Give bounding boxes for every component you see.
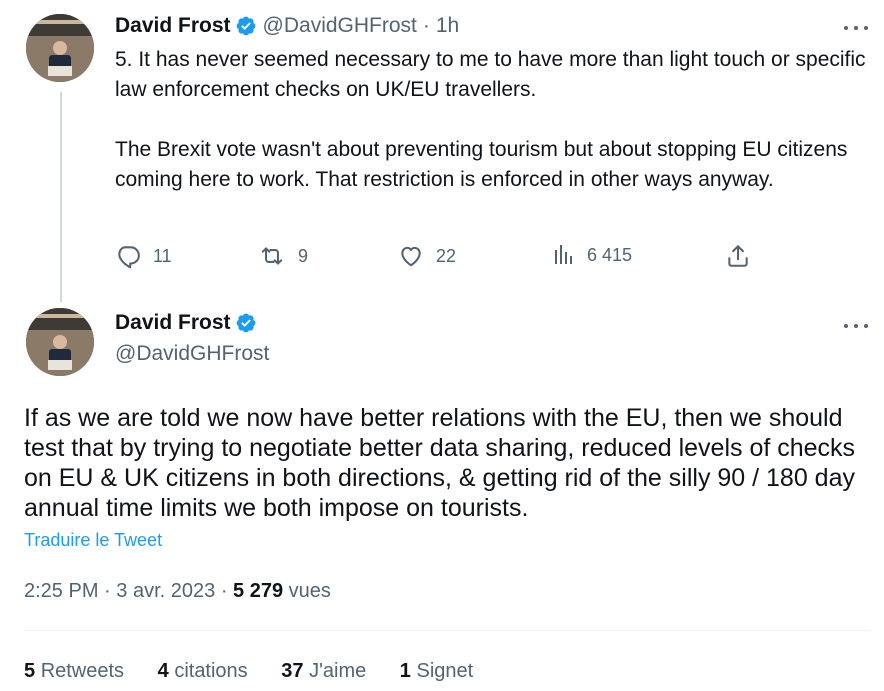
avatar[interactable] (26, 14, 94, 82)
avatar-photo (26, 14, 94, 82)
reply-count: 11 (153, 245, 172, 266)
reply-button[interactable]: 11 (115, 243, 172, 269)
verified-badge-icon (235, 312, 257, 334)
tweet-text: 5. It has never seemed necessary to me t… (115, 45, 875, 195)
divider (24, 630, 870, 631)
handle[interactable]: @DavidGHFrost (115, 342, 269, 366)
quotes-label: citations (174, 660, 248, 682)
separator-dot: · (220, 580, 228, 602)
retweet-count: 9 (298, 245, 309, 266)
views-icon (555, 245, 572, 264)
likes-label: J'aime (309, 660, 367, 682)
bookmarks-count: 1 (399, 660, 411, 682)
views-label: vues (288, 580, 331, 602)
reply-icon (118, 246, 140, 269)
tweet-text: If as we are told we now have better rel… (24, 404, 856, 522)
like-icon (401, 246, 421, 267)
display-name[interactable]: David Frost (115, 311, 231, 335)
likes-count: 37 (281, 660, 304, 682)
quotes-stat[interactable]: 4 citations (158, 660, 254, 682)
likes-stat[interactable]: 37 J'aime (281, 660, 372, 682)
avatar-photo (26, 308, 94, 376)
like-count: 22 (436, 245, 457, 266)
avatar[interactable] (26, 308, 94, 376)
retweets-stat[interactable]: 5 Retweets (24, 660, 130, 682)
tweet-time[interactable]: 1h (436, 14, 459, 38)
display-name[interactable]: David Frost (115, 14, 231, 38)
views-button[interactable]: 6 415 (551, 243, 632, 267)
tweet-meta: 2:25 PM · 3 avr. 2023 · 5 279 vues (24, 580, 331, 603)
handle[interactable]: @DavidGHFrost (263, 14, 417, 38)
retweet-button[interactable]: 9 (258, 243, 308, 269)
retweet-icon (261, 247, 283, 265)
share-icon (728, 245, 748, 267)
tweet-date[interactable]: 3 avr. 2023 (116, 580, 215, 602)
views-count: 5 279 (233, 580, 284, 602)
tweet-header: David Frost (115, 311, 257, 335)
tweet-paragraph: 5. It has never seemed necessary to me t… (115, 48, 866, 101)
share-button[interactable] (725, 243, 751, 269)
like-button[interactable]: 22 (398, 243, 456, 269)
bookmarks-label: Signet (416, 660, 474, 682)
thread-connector-line (60, 92, 62, 302)
tweet-actions: 11 9 22 6 415 (115, 243, 755, 275)
quotes-count: 4 (157, 660, 169, 682)
tweet-stats: 5 Retweets 4 citations 37 J'aime 1 Signe… (24, 660, 501, 683)
translate-tweet-link[interactable]: Traduire le Tweet (24, 530, 162, 551)
verified-badge-icon (235, 15, 257, 37)
separator-dot: · (422, 14, 430, 37)
bookmarks-stat[interactable]: 1 Signet (400, 660, 473, 682)
tweet-header: David Frost @DavidGHFrost · 1h (115, 14, 459, 38)
views-count: 6 415 (587, 244, 633, 265)
tweet-paragraph: The Brexit vote wasn't about preventing … (115, 138, 848, 191)
retweets-label: Retweets (40, 660, 125, 682)
retweets-count: 5 (24, 660, 36, 682)
tweet-time[interactable]: 2:25 PM (24, 580, 98, 602)
more-icon[interactable] (842, 18, 870, 38)
separator-dot: · (104, 580, 111, 602)
more-icon[interactable] (842, 316, 870, 336)
